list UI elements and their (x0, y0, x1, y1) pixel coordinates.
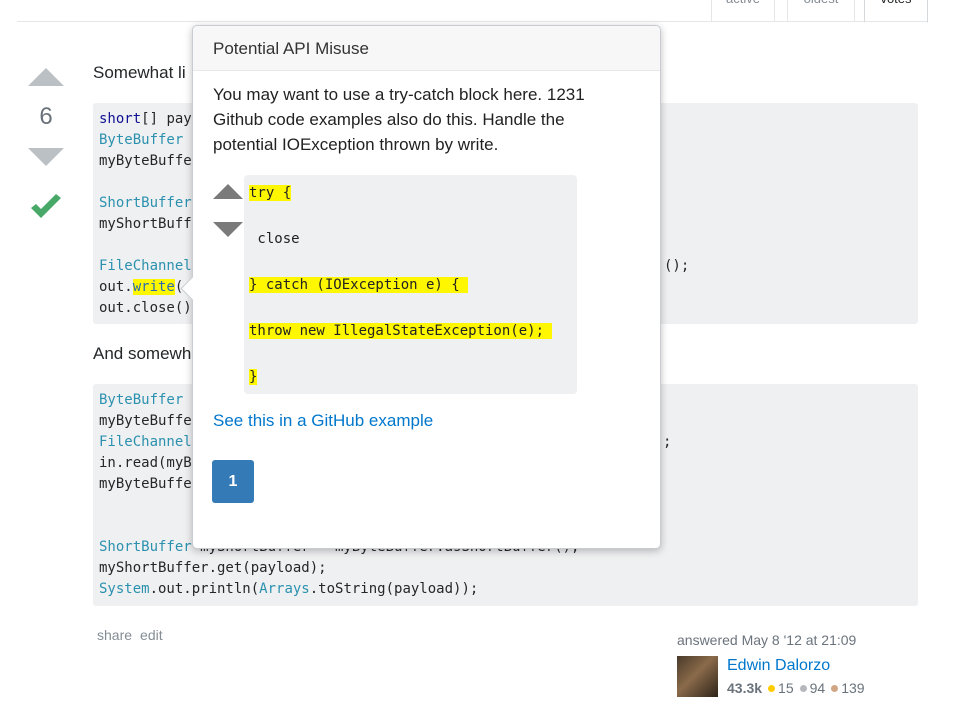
tabs-divider (17, 21, 927, 22)
snippet-line: } catch (IOException e) { (249, 277, 469, 293)
snippet-line: try { (249, 185, 292, 201)
code-token: [] pay (141, 111, 192, 127)
github-example-link[interactable]: See this in a GitHub example (213, 411, 433, 431)
user-reputation: 43.3k 15 94 139 (727, 680, 865, 696)
snippet-upvote-button[interactable] (213, 184, 243, 199)
code-token: out. (99, 279, 133, 295)
user-name-link[interactable]: Edwin Dalorzo (727, 657, 830, 675)
api-misuse-popup: Potential API Misuse You may want to use… (180, 25, 661, 549)
snippet-downvote-button[interactable] (213, 222, 243, 237)
code-line: myByteBuffe (99, 153, 192, 169)
tab-active[interactable]: active (711, 0, 775, 22)
bronze-badge-icon (831, 685, 839, 693)
silver-badge-icon (799, 685, 807, 693)
share-link[interactable]: share (97, 627, 132, 643)
vote-count: 6 (39, 103, 53, 130)
code-token: ShortBuffer (99, 539, 192, 555)
code-token: .out.println( (149, 581, 260, 597)
snippet-line: throw new IllegalStateException(e); (249, 323, 553, 339)
answer-intro-text: Somewhat li (93, 63, 186, 82)
popup-header: Potential API Misuse (193, 26, 660, 71)
avatar[interactable] (677, 656, 718, 697)
post-menu: share edit (97, 627, 171, 643)
suggested-snippet: try { close } catch (IOException e) { th… (244, 175, 577, 394)
code-line: ByteBuffer (99, 132, 184, 148)
page-1-button[interactable]: 1 (212, 460, 254, 503)
code-line: myByteBuffe (99, 413, 192, 429)
code-line: out.write( (99, 277, 183, 297)
code-line: ByteBuffer (99, 392, 184, 408)
tab-oldest[interactable]: oldest (787, 0, 855, 22)
tab-oldest-label: oldest (804, 0, 839, 6)
accepted-check-icon (31, 194, 61, 218)
code-line: FileChannel (99, 434, 192, 450)
code-token: .toString(payload)); (309, 581, 479, 597)
code-line: System.out.println(Arrays.toString(paylo… (99, 579, 478, 599)
bronze-badge-count: 139 (841, 680, 865, 696)
code-line: ShortBuffer (99, 195, 192, 211)
reputation-score: 43.3k (727, 680, 763, 696)
code-token: Arrays (259, 581, 310, 597)
upvote-button[interactable] (28, 68, 64, 86)
tab-votes-label: votes (880, 0, 911, 6)
popup-title: Potential API Misuse (213, 39, 369, 58)
highlighted-write-call[interactable]: write (132, 279, 175, 295)
code-token: System (99, 581, 150, 597)
answered-timestamp: answered May 8 '12 at 21:09 (677, 632, 857, 648)
gold-badge-count: 15 (778, 680, 794, 696)
answer-mid-text: And somewh (93, 344, 192, 363)
sort-tabs: active oldest votes (0, 0, 959, 23)
snippet-line: } (249, 369, 258, 385)
tab-votes[interactable]: votes (864, 0, 928, 23)
code-line-tail: ; (663, 434, 672, 450)
silver-badge-count: 94 (809, 680, 826, 696)
code-line: out.close() (99, 300, 192, 316)
edit-link[interactable]: edit (140, 627, 163, 643)
code-token: short (99, 111, 142, 127)
code-line: myByteBuffe (99, 476, 192, 492)
code-line-tail: (); (664, 258, 690, 274)
popup-message: You may want to use a try-catch block he… (213, 85, 585, 154)
downvote-button[interactable] (28, 148, 64, 166)
code-line: in.read(myB (99, 455, 192, 471)
tab-active-label: active (726, 0, 760, 6)
snippet-line: close (249, 231, 300, 247)
code-line: myShortBuffer.get(payload); (99, 560, 327, 576)
code-line: FileChannel (99, 258, 192, 274)
code-line: myShortBuff (99, 216, 192, 232)
gold-badge-icon (768, 685, 776, 693)
code-line: short[] pay (99, 109, 192, 129)
